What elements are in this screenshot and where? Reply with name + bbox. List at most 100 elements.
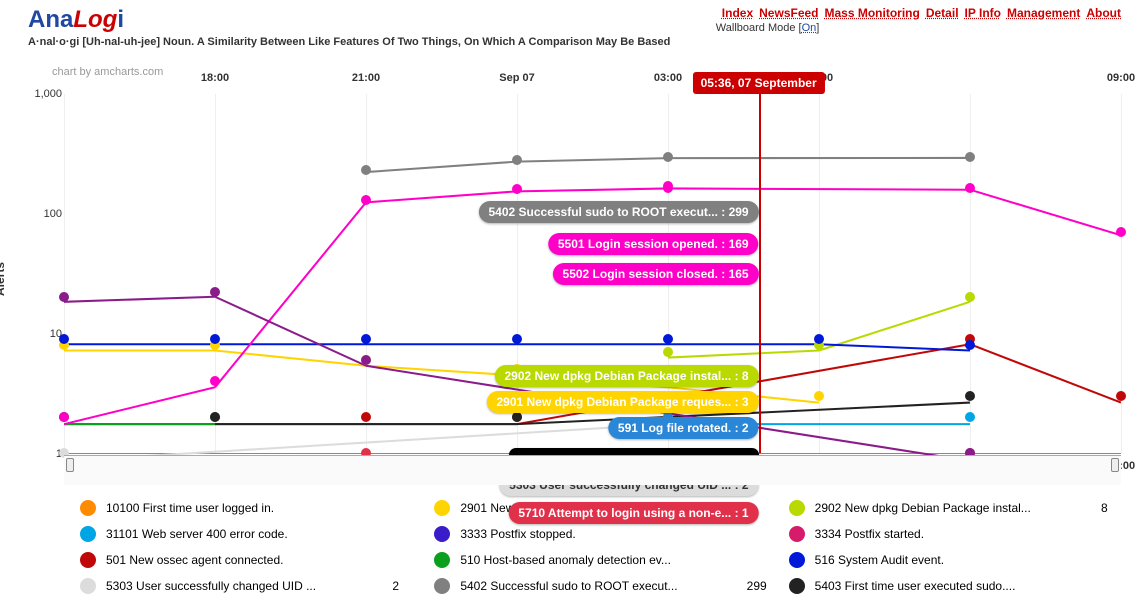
legend-count: 8 (1101, 501, 1135, 515)
data-point[interactable] (210, 412, 220, 422)
x-tick: 21:00 (352, 72, 380, 84)
overview-scrubber[interactable] (64, 455, 1121, 485)
legend-item[interactable]: 2902 New dpkg Debian Package instal... 8 (789, 500, 1135, 516)
nav-detail[interactable]: Detail (926, 6, 959, 20)
data-point[interactable] (361, 355, 371, 365)
scrubber-handle-left[interactable] (66, 458, 74, 472)
legend-count: 299 (747, 579, 781, 593)
legend-swatch-icon (789, 526, 805, 542)
nav-about[interactable]: About (1086, 6, 1121, 20)
data-point[interactable] (663, 347, 673, 357)
data-point[interactable] (814, 334, 824, 344)
legend-label: 501 New ossec agent connected. (106, 553, 382, 567)
data-point[interactable] (1116, 227, 1126, 237)
chart-plot[interactable]: 05:36, 07 September5402 Successful sudo … (64, 94, 1121, 454)
legend-item[interactable]: 5303 User successfully changed UID ... 2 (80, 578, 426, 594)
wallboard-mode: Wallboard Mode [On] (716, 22, 1121, 34)
legend-count: 2 (392, 579, 426, 593)
nav-mass-monitoring[interactable]: Mass Monitoring (825, 6, 920, 20)
legend-swatch-icon (789, 578, 805, 594)
data-point[interactable] (1116, 391, 1126, 401)
legend-item[interactable]: 501 New ossec agent connected. (80, 552, 426, 568)
time-marker-line (759, 94, 761, 453)
y-axis-label: Alerts (0, 262, 7, 296)
data-point[interactable] (59, 334, 69, 344)
legend-swatch-icon (434, 500, 450, 516)
nav-newsfeed[interactable]: NewsFeed (759, 6, 818, 20)
data-point[interactable] (965, 152, 975, 162)
y-axis: 1101001,000 (24, 94, 62, 454)
top-x-axis: 18:0021:00Sep 0703:0006:0009:00 (64, 72, 1121, 90)
data-point[interactable] (965, 292, 975, 302)
data-point[interactable] (361, 334, 371, 344)
data-point[interactable] (361, 195, 371, 205)
legend-item[interactable]: 3334 Postfix started. (789, 526, 1135, 542)
app-logo: AnaLogi (28, 6, 670, 34)
legend-label: 10100 First time user logged in. (106, 501, 382, 515)
data-point[interactable] (814, 391, 824, 401)
data-point[interactable] (663, 183, 673, 193)
data-point[interactable] (210, 334, 220, 344)
top-nav: Index NewsFeed Mass Monitoring Detail IP Inf… (716, 6, 1121, 20)
nav-management[interactable]: Management (1007, 6, 1080, 20)
legend-label: 5402 Successful sudo to ROOT execut... (460, 579, 736, 593)
data-point[interactable] (59, 292, 69, 302)
data-point[interactable] (965, 340, 975, 350)
legend-label: 31101 Web server 400 error code. (106, 527, 382, 541)
data-point[interactable] (663, 152, 673, 162)
data-point[interactable] (512, 184, 522, 194)
legend-label: 516 System Audit event. (815, 553, 1091, 567)
data-point[interactable] (210, 376, 220, 386)
time-marker-label: 05:36, 07 September (693, 72, 825, 94)
legend-item[interactable]: 31101 Web server 400 error code. (80, 526, 426, 542)
legend-label: 3333 Postfix stopped. (460, 527, 736, 541)
nav-index[interactable]: Index (722, 6, 753, 20)
legend-item[interactable]: 3333 Postfix stopped. (434, 526, 780, 542)
data-point[interactable] (512, 155, 522, 165)
series-tooltip: 2902 New dpkg Debian Package instal... :… (494, 365, 758, 387)
legend-item[interactable]: 5402 Successful sudo to ROOT execut... 29… (434, 578, 780, 594)
legend-label: 5303 User successfully changed UID ... (106, 579, 382, 593)
x-tick: 18:00 (201, 72, 229, 84)
data-point[interactable] (361, 165, 371, 175)
data-point[interactable] (663, 334, 673, 344)
scrubber-handle-right[interactable] (1111, 458, 1119, 472)
series-tooltip: 5501 Login session opened. : 169 (548, 233, 759, 255)
legend-item[interactable]: 510 Host-based anomaly detection ev... (434, 552, 780, 568)
legend-swatch-icon (789, 552, 805, 568)
legend-label: 2902 New dpkg Debian Package instal... (815, 501, 1091, 515)
series-tooltip: 2901 New dpkg Debian Package reques... :… (486, 391, 758, 413)
x-tick: 09:00 (1107, 72, 1135, 84)
data-point[interactable] (512, 334, 522, 344)
legend-item[interactable]: 516 System Audit event. (789, 552, 1135, 568)
data-point[interactable] (965, 412, 975, 422)
app-subtitle: A·nal·o·gi [Uh-nal-uh-jee] Noun. A Simil… (28, 36, 670, 48)
series-tooltip: 591 Log file rotated. : 2 (608, 417, 759, 439)
legend-label: 510 Host-based anomaly detection ev... (460, 553, 736, 567)
legend-swatch-icon (789, 500, 805, 516)
data-point[interactable] (361, 412, 371, 422)
series-tooltip: 5502 Login session closed. : 165 (553, 263, 759, 285)
data-point[interactable] (210, 287, 220, 297)
series-tooltip: 5710 Attempt to login using a non-e... :… (508, 502, 758, 524)
nav-ip-info[interactable]: IP Info (965, 6, 1001, 20)
legend-item[interactable]: 10100 First time user logged in. (80, 500, 426, 516)
data-point[interactable] (965, 183, 975, 193)
legend-swatch-icon (434, 526, 450, 542)
legend-swatch-icon (434, 552, 450, 568)
y-tick: 100 (44, 208, 62, 220)
legend-swatch-icon (80, 526, 96, 542)
legend-swatch-icon (434, 578, 450, 594)
legend-swatch-icon (80, 500, 96, 516)
data-point[interactable] (965, 391, 975, 401)
series-tooltip: 5402 Successful sudo to ROOT execut... :… (479, 201, 759, 223)
legend-label: 3334 Postfix started. (815, 527, 1091, 541)
data-point[interactable] (512, 412, 522, 422)
x-tick: Sep 07 (499, 72, 534, 84)
legend-label: 5403 First time user executed sudo.... (815, 579, 1091, 593)
data-point[interactable] (59, 412, 69, 422)
legend-swatch-icon (80, 578, 96, 594)
wallboard-toggle[interactable]: On (802, 22, 817, 34)
legend-item[interactable]: 5403 First time user executed sudo.... (789, 578, 1135, 594)
chart-container: Alerts 1101001,000 18:0021:00Sep 0703:00… (14, 74, 1121, 484)
